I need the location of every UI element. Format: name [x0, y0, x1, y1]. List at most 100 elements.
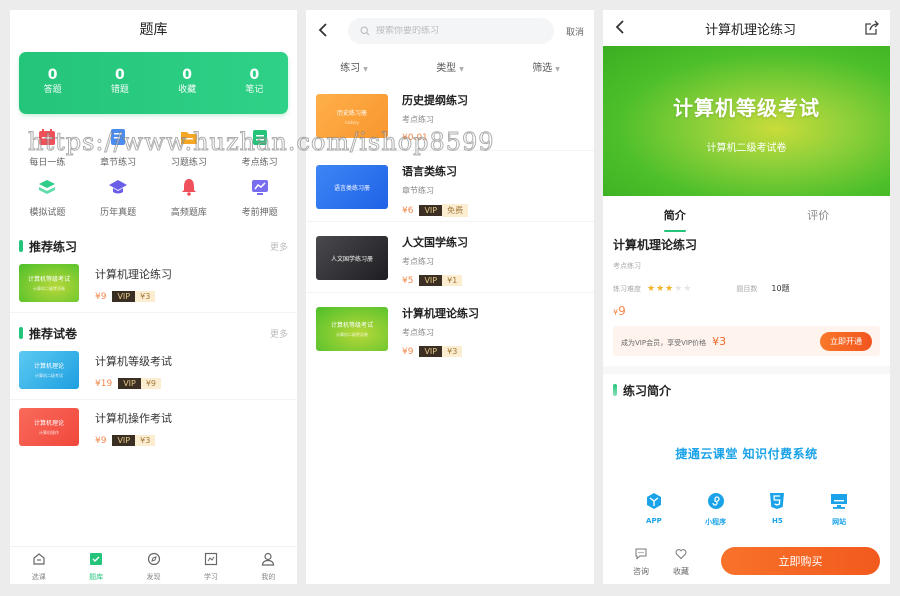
practice-name: 计算机理论练习 — [613, 238, 698, 252]
course-thumbnail: 计算机等级考试 计算机二级考试卷 — [19, 264, 79, 302]
chart-monitor-icon — [251, 180, 268, 195]
filter-screen[interactable]: 筛选 ▼ — [498, 59, 594, 74]
tab-reviews[interactable]: 评价 — [747, 203, 891, 223]
item-type: 章节练习 — [402, 186, 434, 195]
favorite-label: 收藏 — [673, 567, 689, 576]
search-box[interactable] — [348, 18, 554, 44]
tab-courses[interactable]: 选课 — [10, 547, 67, 584]
grid-item-keypoint[interactable]: 考点练习 — [224, 128, 295, 178]
clipboard-icon — [252, 130, 267, 145]
list-item[interactable]: 计算机理论 计算机操作 计算机操作考试 ¥9 VIP ¥3 — [10, 400, 297, 456]
stat-label: 笔记 — [245, 85, 264, 95]
star-empty-icon: ★ — [674, 283, 684, 294]
thumbnail-title: 计算机等级考试 — [330, 322, 373, 329]
tab-label: 选课 — [31, 573, 46, 581]
grid-item-predict[interactable]: 考前押题 — [224, 178, 295, 228]
item-name: 计算机理论练习 — [402, 307, 479, 320]
grid-item-past-papers[interactable]: 历年真题 — [83, 178, 154, 228]
heart-icon — [675, 549, 687, 560]
more-link[interactable]: 更多 — [270, 240, 288, 253]
home-icon — [33, 553, 45, 565]
tab-discover[interactable]: 发现 — [125, 547, 182, 584]
tab-intro[interactable]: 简介 — [603, 203, 747, 232]
list-item[interactable]: 计算机等级考试 计算机二级考试卷 计算机理论练习 ¥9 VIP ¥3 — [10, 256, 297, 313]
grid-label: 每日一练 — [29, 158, 66, 168]
stat-notes[interactable]: 0 笔记 — [221, 52, 288, 114]
consult-label: 咨询 — [633, 567, 649, 576]
grid-item-exercise[interactable]: 习题练习 — [154, 128, 225, 178]
item-name: 计算机理论练习 — [95, 268, 172, 281]
grid-item-frequent[interactable]: 高频题库 — [154, 178, 225, 228]
consult-button[interactable]: 咨询 — [621, 545, 661, 577]
filter-practice[interactable]: 练习 ▼ — [306, 59, 402, 74]
bottom-tab-bar: 选课 题库 发现 学习 我的 — [10, 546, 297, 584]
open-vip-button[interactable]: 立即开通 — [820, 331, 872, 351]
stat-favorites[interactable]: 0 收藏 — [154, 52, 221, 114]
question-count-label: 题目数 — [736, 284, 758, 293]
stat-wrong[interactable]: 0 错题 — [86, 52, 153, 114]
list-item[interactable]: 语言类练习册 语言类练习 章节练习 ¥6 VIP 免费 — [306, 151, 594, 222]
vip-price: ¥1 — [442, 275, 463, 286]
platform-label: APP — [646, 517, 662, 525]
detail-price: ¥9 — [613, 304, 880, 318]
search-header: 取消 — [306, 10, 594, 52]
back-button[interactable] — [615, 18, 637, 39]
caret-down-icon: ▼ — [459, 65, 464, 73]
list-item[interactable]: 计算机理论 计算机二级考试 计算机等级考试 ¥19 VIP ¥9 — [10, 343, 297, 400]
thumbnail-subtitle: history — [345, 119, 359, 125]
item-price: ¥9 — [95, 435, 107, 446]
tab-label: 题库 — [89, 573, 104, 581]
item-price: ¥5 — [402, 275, 414, 286]
favorite-button[interactable]: 收藏 — [661, 545, 701, 577]
more-link[interactable]: 更多 — [270, 327, 288, 340]
stat-label: 错题 — [110, 85, 129, 95]
question-bank-screen: 题库 0 答题 0 错题 0 收藏 0 笔记 每日一练 章节练习 习题练习 考点… — [10, 10, 297, 584]
checkbox-icon — [90, 553, 103, 565]
platform-h5: H5 — [757, 492, 797, 527]
search-icon — [360, 26, 370, 36]
paper-thumbnail: 计算机理论 计算机操作 — [19, 408, 79, 446]
star-filled-icon: ★ — [665, 283, 675, 294]
section-title: 推荐试卷 — [29, 326, 78, 341]
grid-item-daily[interactable]: 每日一练 — [12, 128, 83, 178]
monitor-icon — [831, 494, 848, 509]
grid-item-chapter[interactable]: 章节练习 — [83, 128, 154, 178]
thumbnail-title: 人文国学练习册 — [330, 255, 373, 263]
difficulty-label: 练习难度 — [613, 284, 641, 293]
tab-label: 我的 — [261, 573, 276, 581]
search-input[interactable] — [376, 26, 526, 36]
vip-badge: VIP — [419, 346, 443, 357]
thumbnail-title: 计算机理论 — [33, 363, 64, 370]
thumbnail-subtitle: 计算机二级考试卷 — [33, 286, 65, 291]
star-filled-icon: ★ — [647, 283, 657, 294]
course-banner: 计算机等级考试 计算机二级考试卷 — [603, 46, 890, 196]
share-icon[interactable] — [864, 20, 880, 36]
platform-list: APP 小程序 H5 网站 — [603, 492, 890, 527]
tab-label: 学习 — [203, 573, 218, 581]
chat-icon — [635, 548, 647, 560]
cancel-button[interactable]: 取消 — [566, 25, 584, 38]
grid-label: 模拟试题 — [29, 208, 66, 218]
tab-study[interactable]: 学习 — [182, 547, 239, 584]
grid-item-mock[interactable]: 模拟试题 — [12, 178, 83, 228]
tab-question-bank[interactable]: 题库 — [67, 547, 124, 584]
page-title: 题库 — [139, 22, 168, 38]
vip-badge: VIP — [112, 291, 136, 302]
layers-icon — [39, 180, 56, 194]
list-item[interactable]: 计算机等级考试 计算机二级考试卷 计算机理论练习 考点练习 ¥9 VIP ¥3 — [306, 293, 594, 364]
list-item[interactable]: 人文国学练习册 人文国学练习 考点练习 ¥5 VIP ¥1 — [306, 222, 594, 293]
stat-answered[interactable]: 0 答题 — [19, 52, 86, 114]
grid-label: 考前押题 — [241, 208, 278, 218]
chart-icon — [204, 552, 218, 566]
filter-type[interactable]: 类型 ▼ — [402, 59, 498, 74]
item-name: 语言类练习 — [402, 165, 457, 178]
practice-thumbnail: 语言类练习册 — [316, 165, 388, 209]
filter-label: 类型 — [436, 62, 457, 74]
buy-now-button[interactable]: 立即购买 — [721, 547, 880, 575]
tab-profile[interactable]: 我的 — [240, 547, 297, 584]
section-title: 推荐练习 — [29, 239, 78, 254]
list-item[interactable]: 历史练习册 history 历史提纲练习 考点练习 ¥0.01 — [306, 80, 594, 151]
stat-value: 0 — [115, 67, 125, 83]
back-button[interactable] — [318, 21, 340, 42]
document-icon — [111, 129, 126, 145]
